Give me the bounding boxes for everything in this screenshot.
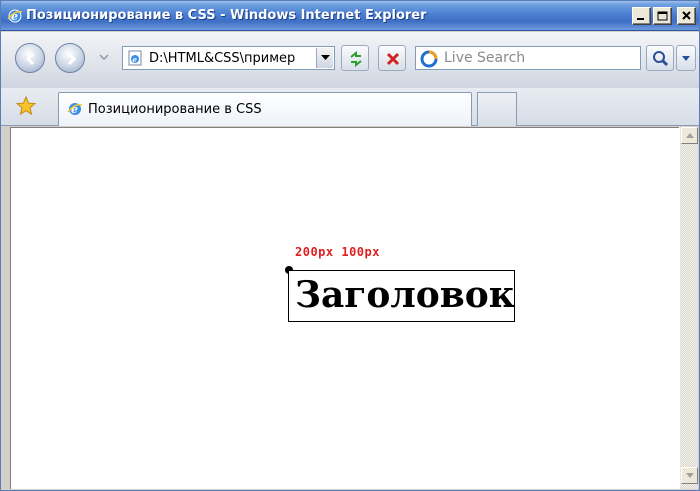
- recent-pages-dropdown-icon[interactable]: [98, 51, 110, 63]
- browser-window: e Позиционирование в CSS - Windows Inter…: [0, 0, 700, 491]
- favorites-star-icon[interactable]: [15, 95, 37, 117]
- window-title: Позиционирование в CSS - Windows Interne…: [26, 8, 427, 23]
- close-button[interactable]: [677, 7, 696, 25]
- search-options-button[interactable]: [676, 45, 696, 71]
- minimize-icon: [637, 18, 644, 20]
- live-search-logo: [420, 50, 438, 68]
- stop-icon: [386, 52, 400, 66]
- forward-arrow-icon: [67, 52, 77, 66]
- positioned-heading-box: Заголовок: [288, 270, 515, 322]
- vertical-scrollbar[interactable]: [679, 127, 698, 489]
- scroll-down-button[interactable]: [681, 467, 698, 484]
- maximize-button[interactable]: [653, 7, 672, 25]
- navigation-bar: e D:\HTML&CSS\пример: [1, 32, 699, 88]
- address-text[interactable]: D:\HTML&CSS\пример: [149, 51, 309, 66]
- minimize-button[interactable]: [632, 7, 651, 25]
- tab-current[interactable]: e Позиционирование в CSS: [58, 92, 472, 126]
- search-go-button[interactable]: [646, 45, 674, 71]
- stop-button[interactable]: [378, 45, 406, 71]
- page-icon: e: [128, 50, 142, 66]
- forward-button[interactable]: [55, 43, 85, 73]
- back-button[interactable]: [15, 43, 45, 73]
- tab-bar: e Позиционирование в CSS: [1, 88, 699, 126]
- chevron-up-icon: [686, 133, 694, 138]
- title-bar[interactable]: e Позиционирование в CSS - Windows Inter…: [1, 1, 699, 31]
- address-dropdown-button[interactable]: [316, 48, 333, 68]
- ie-icon: e: [67, 103, 83, 116]
- address-bar[interactable]: e D:\HTML&CSS\пример: [122, 46, 335, 70]
- close-icon: [682, 11, 691, 20]
- chevron-down-icon: [682, 56, 690, 61]
- chevron-down-icon: [321, 55, 330, 60]
- new-tab-button[interactable]: [477, 92, 517, 126]
- chevron-down-icon: [686, 473, 694, 478]
- back-arrow-icon: [25, 52, 35, 66]
- tab-label: Позиционирование в CSS: [88, 102, 262, 117]
- svg-text:e: e: [133, 55, 138, 64]
- refresh-button[interactable]: [341, 45, 369, 71]
- search-icon: [653, 51, 669, 67]
- page-heading: Заголовок: [295, 274, 515, 316]
- refresh-icon: [350, 51, 362, 67]
- scroll-up-button[interactable]: [681, 127, 698, 144]
- coordinates-label: 200px 100px: [295, 245, 380, 259]
- ie-icon: e: [7, 9, 23, 23]
- maximize-icon: [657, 11, 668, 21]
- search-box[interactable]: [415, 46, 641, 70]
- search-input[interactable]: [444, 49, 634, 67]
